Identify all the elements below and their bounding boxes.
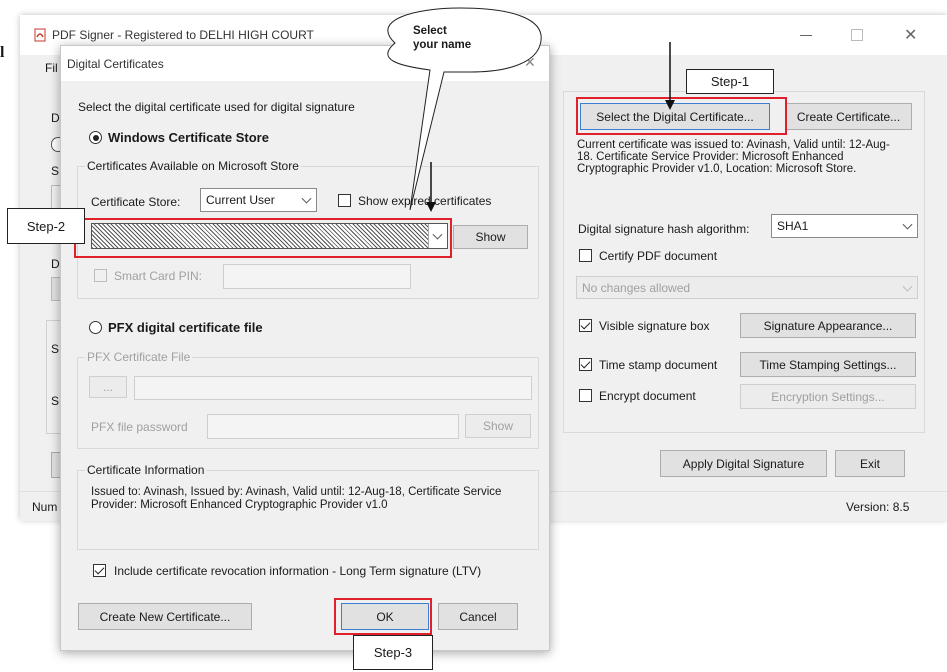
arrow-down-icon bbox=[665, 42, 675, 110]
callout-text: Select your name bbox=[413, 25, 472, 51]
arrow-down-icon bbox=[426, 162, 436, 212]
annotation-overlay bbox=[387, 7, 675, 212]
